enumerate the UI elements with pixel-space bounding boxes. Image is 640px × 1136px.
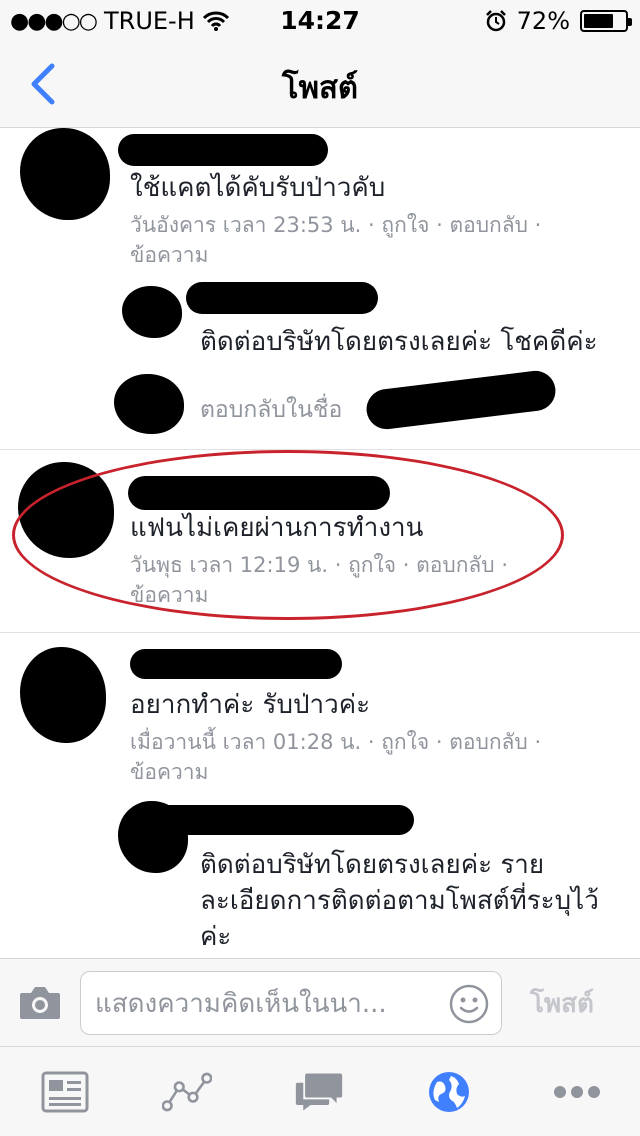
tab-notifications[interactable] [424, 1069, 474, 1115]
author-name-redacted[interactable] [186, 282, 378, 314]
author-name-redacted[interactable] [128, 476, 390, 510]
avatar[interactable] [20, 128, 110, 220]
reply-as-prompt[interactable]: ตอบกลับในชื่อ [200, 392, 342, 428]
camera-icon[interactable] [18, 983, 62, 1023]
message-link[interactable]: ข้อความ [130, 238, 208, 272]
battery-icon [580, 10, 632, 32]
tab-bar [0, 1046, 640, 1136]
comment-input[interactable] [95, 986, 445, 1022]
comment-meta: วันอังคาร เวลา 23:53 น. · ถูกใจ · ตอบกลั… [130, 208, 541, 242]
tab-messages[interactable] [294, 1069, 344, 1115]
meta-separator: · [435, 730, 443, 754]
meta-separator: · [402, 553, 410, 577]
meta-separator: · [368, 213, 375, 237]
battery-percent: 72% [516, 7, 570, 35]
author-name-redacted[interactable] [118, 134, 328, 166]
reply-link[interactable]: ตอบกลับ [449, 213, 528, 237]
meta-separator: · [534, 213, 542, 237]
comment-timestamp: วันพุธ เวลา 12:19 น. [130, 553, 329, 577]
author-name-redacted [364, 368, 558, 432]
comment-meta: วันพุธ เวลา 12:19 น. · ถูกใจ · ตอบกลับ · [130, 548, 508, 582]
reply-link[interactable]: ตอบกลับ [449, 730, 528, 754]
avatar[interactable] [18, 462, 114, 558]
status-bar: ●●●○○ TRUE-H 14:27 72% [0, 0, 640, 40]
comment-meta: เมื่อวานนี้ เวลา 01:28 น. · ถูกใจ · ตอบก… [130, 725, 541, 759]
reply-text-line-1: ติดต่อบริษัทโดยตรงเลยค่ะ ราย [200, 850, 545, 880]
comment-thread: แฟนไม่เคยผ่านการทำงาน วันพุธ เวลา 12:19 … [0, 450, 640, 633]
comments-list: ใช้แคตได้คับรับป่าวคับ วันอังคาร เวลา 23… [0, 128, 640, 958]
messages-icon [295, 1073, 343, 1111]
message-link[interactable]: ข้อความ [130, 578, 208, 612]
tab-activity[interactable] [162, 1069, 212, 1115]
message-link[interactable]: ข้อความ [130, 755, 208, 789]
comment-timestamp: วันอังคาร เวลา 23:53 น. [130, 213, 362, 237]
comment-text: อยากทำค่ะ รับป่าวค่ะ [130, 690, 371, 720]
post-comment-button[interactable]: โพสต์ [530, 983, 594, 1024]
like-link[interactable]: ถูกใจ [381, 730, 429, 754]
page-title: โพสต์ [281, 70, 359, 106]
reply-text: ติดต่อบริษัทโดยตรงเลยค่ะ โชคดีค่ะ [200, 327, 598, 357]
battery-level [584, 14, 613, 28]
comment-thread: อยากทำค่ะ รับป่าวค่ะ เมื่อวานนี้ เวลา 01… [0, 633, 640, 957]
comment-timestamp: เมื่อวานนี้ เวลา 01:28 น. [130, 730, 362, 754]
tab-news-feed[interactable] [40, 1069, 90, 1115]
meta-separator: · [436, 213, 443, 237]
globe-notifications-icon [429, 1072, 469, 1112]
comment-composer: โพสต์ [0, 958, 640, 1046]
meta-separator: · [334, 553, 342, 577]
activity-graph-icon [162, 1072, 212, 1112]
tab-more[interactable] [552, 1069, 602, 1115]
like-link[interactable]: ถูกใจ [381, 213, 429, 237]
reply-text-line-3: ค่ะ [200, 922, 232, 952]
author-name-redacted[interactable] [130, 649, 342, 679]
comment-input-container[interactable] [80, 971, 502, 1035]
navigation-bar: โพสต์ [0, 40, 640, 128]
smiley-icon[interactable] [449, 984, 489, 1024]
status-right: 72% [485, 7, 632, 35]
author-name-redacted[interactable] [126, 805, 414, 835]
comment-text: แฟนไม่เคยผ่านการทำงาน [130, 513, 424, 543]
meta-separator: · [534, 730, 542, 754]
reply-text-line-2: ละเอียดการติดต่อตามโพสต์ที่ระบุไว้ [200, 886, 599, 916]
news-feed-icon [41, 1071, 89, 1113]
meta-separator: · [367, 730, 375, 754]
reply-as-label: ตอบกลับในชื่อ [200, 397, 343, 423]
alarm-clock-icon [485, 10, 506, 32]
reply-link[interactable]: ตอบกลับ [416, 553, 495, 577]
like-link[interactable]: ถูกใจ [348, 553, 396, 577]
avatar[interactable] [20, 647, 106, 743]
comment-thread: ใช้แคตได้คับรับป่าวคับ วันอังคาร เวลา 23… [0, 128, 640, 450]
meta-separator: · [501, 553, 509, 577]
avatar [114, 374, 184, 434]
more-icon [554, 1086, 600, 1098]
avatar[interactable] [122, 286, 182, 338]
comment-text: ใช้แคตได้คับรับป่าวคับ [130, 173, 386, 203]
